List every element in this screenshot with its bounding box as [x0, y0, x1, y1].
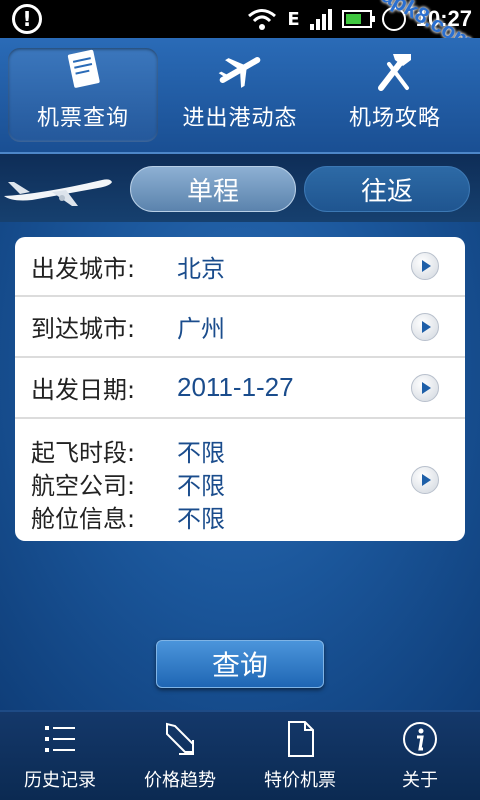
nav-about[interactable]: 关于: [360, 712, 480, 800]
time-slot-label: 起飞时段:: [31, 439, 136, 467]
tab-flight-status[interactable]: 进出港动态: [165, 48, 315, 142]
arrival-city-label: 到达城市:: [31, 315, 136, 343]
tab-label: 机场攻略: [348, 106, 441, 131]
list-icon: [45, 726, 75, 752]
chevron-right-icon[interactable]: [411, 373, 439, 402]
query-button[interactable]: 查询: [156, 640, 324, 688]
time-slot-value: 不限: [177, 439, 225, 467]
nav-label: 关于: [402, 770, 438, 791]
status-bar: ! E 10:27 apk8.com: [0, 0, 480, 55]
nav-label: 历史记录: [24, 770, 96, 791]
airplane-image: [4, 179, 112, 206]
main-content: 出发城市: 北京 到达城市: 广州 出发日期: 2011-1-27 起飞时段: …: [0, 222, 480, 710]
departure-date-row[interactable]: 出发日期: 2011-1-27: [15, 358, 465, 419]
one-way-button[interactable]: 单程: [130, 166, 296, 212]
arrival-city-row[interactable]: 到达城市: 广州: [15, 297, 465, 358]
tab-flight-search[interactable]: 机票查询: [8, 48, 158, 142]
airline-line: 航空公司: 不限: [31, 466, 331, 500]
nav-price-trend[interactable]: 价格趋势: [120, 712, 240, 800]
departure-date-label: 出发日期:: [31, 376, 136, 404]
tools-icon: [378, 54, 411, 91]
airline-label: 航空公司:: [31, 472, 136, 500]
ticket-icon: [67, 49, 100, 88]
tab-label: 机票查询: [36, 106, 129, 131]
alert-icon: !: [12, 4, 42, 34]
departure-city-row[interactable]: 出发城市: 北京: [15, 237, 465, 297]
network-type: E: [287, 8, 300, 30]
nav-special-tickets[interactable]: 特价机票: [240, 712, 360, 800]
signal-icon: [309, 8, 332, 30]
cabin-label: 舱位信息:: [31, 505, 136, 533]
info-icon: [403, 722, 437, 756]
chevron-right-icon[interactable]: [411, 252, 439, 280]
chevron-right-icon[interactable]: [411, 466, 439, 494]
top-tab-bar: 机票查询 进出港动态 机场攻略: [0, 38, 480, 152]
wifi-icon: [248, 9, 277, 30]
bottom-nav: 历史记录 价格趋势 特价机票 关于: [0, 710, 480, 800]
departure-city-label: 出发城市:: [31, 254, 136, 283]
battery-icon: [341, 10, 375, 28]
arrival-city-value: 广州: [177, 315, 225, 343]
cabin-value: 不限: [177, 505, 225, 533]
search-form-card: 出发城市: 北京 到达城市: 广州 出发日期: 2011-1-27 起飞时段: …: [15, 237, 465, 541]
filter-options-row[interactable]: 起飞时段: 不限 航空公司: 不限 舱位信息: 不限: [15, 419, 465, 541]
time-slot-line: 起飞时段: 不限: [31, 433, 331, 467]
nav-history[interactable]: 历史记录: [0, 712, 120, 800]
chevron-right-icon[interactable]: [411, 312, 439, 341]
tab-label: 进出港动态: [182, 106, 298, 131]
document-icon: [288, 721, 314, 757]
departure-city-value: 北京: [177, 254, 225, 283]
cabin-line: 舱位信息: 不限: [31, 499, 331, 533]
nav-label: 价格趋势: [144, 770, 216, 791]
tab-airport-guide[interactable]: 机场攻略: [320, 48, 470, 142]
airplane-icon: [218, 57, 261, 88]
trip-type-bar: 单程 往返: [0, 152, 480, 222]
round-trip-button[interactable]: 往返: [304, 166, 470, 212]
departure-date-value: 2011-1-27: [177, 372, 294, 402]
trend-arrow-icon: [166, 722, 194, 755]
filter-options: 起飞时段: 不限 航空公司: 不限 舱位信息: 不限: [31, 433, 331, 533]
airline-value: 不限: [177, 472, 225, 500]
nav-label: 特价机票: [264, 770, 336, 791]
